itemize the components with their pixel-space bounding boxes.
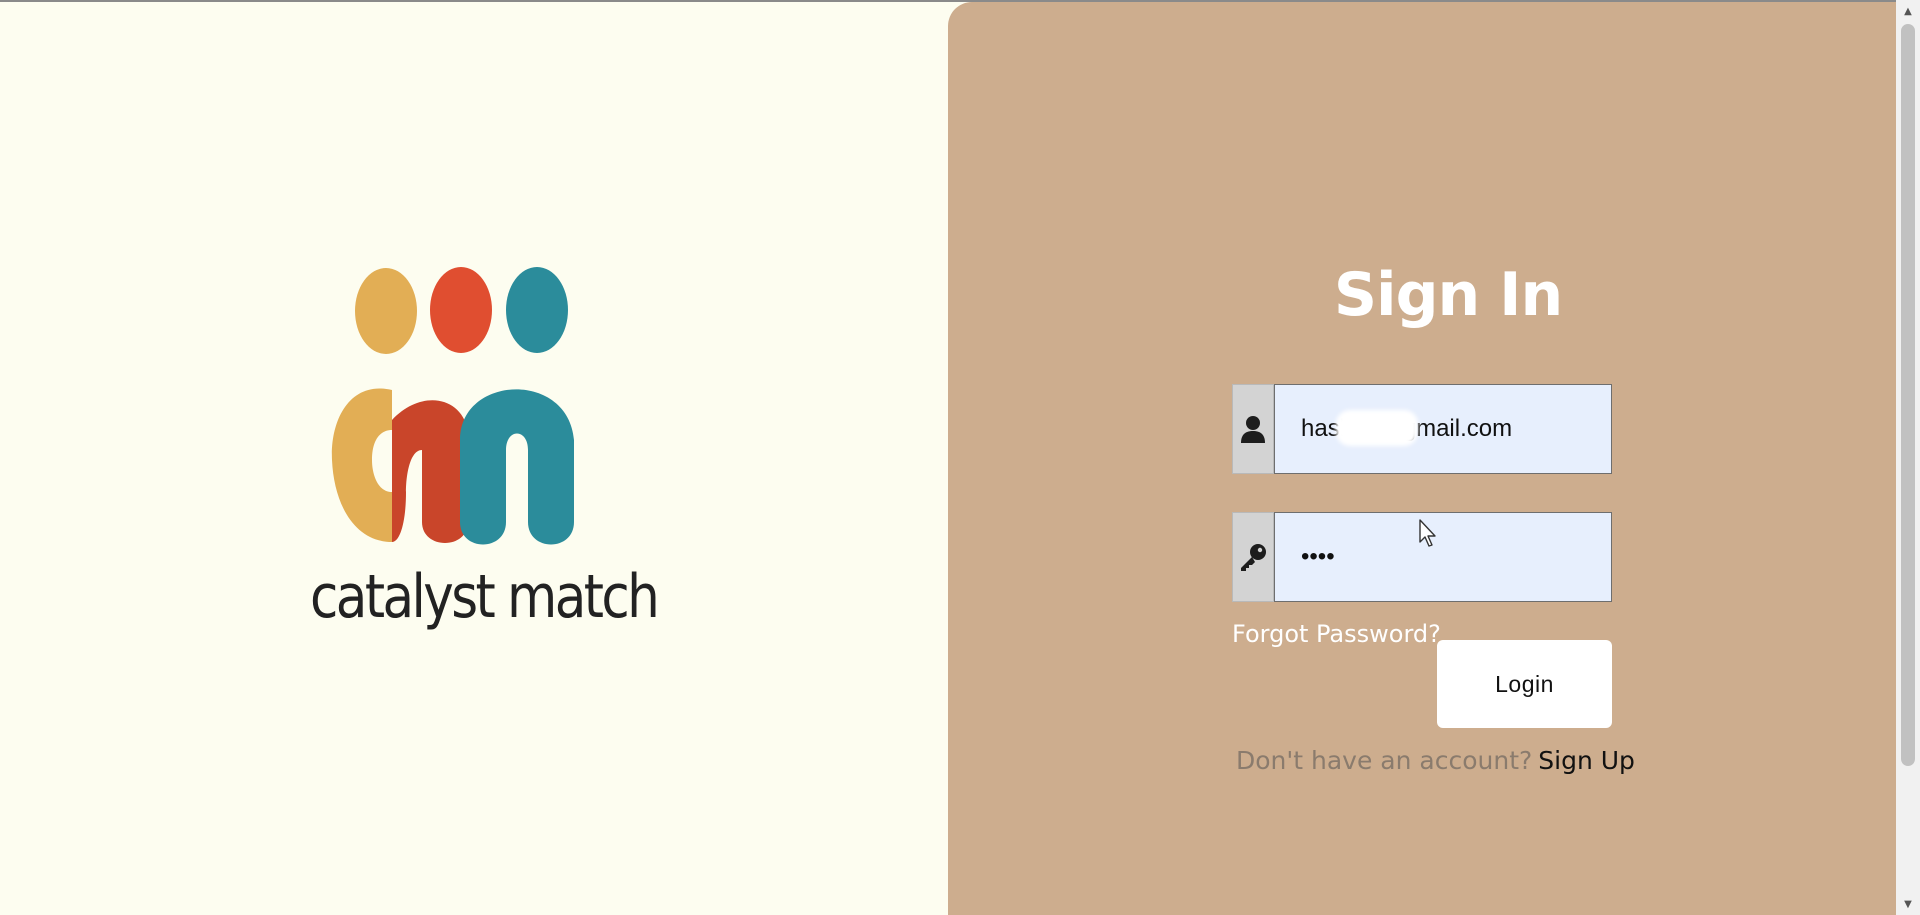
scroll-down-arrow-icon[interactable]: ▼	[1896, 893, 1920, 915]
scroll-up-arrow-icon[interactable]: ▲	[1896, 0, 1920, 22]
password-input[interactable]	[1274, 512, 1612, 602]
redaction-mask	[1336, 410, 1418, 446]
key-icon	[1232, 512, 1274, 602]
signup-prompt-row: Don't have an account? Sign Up	[1236, 746, 1635, 775]
login-button[interactable]: Login	[1437, 640, 1612, 728]
scroll-thumb[interactable]	[1901, 24, 1915, 766]
vertical-scrollbar[interactable]: ▲ ▼	[1896, 0, 1920, 915]
sign-in-panel: Sign In Forgot Password? Login Don't hav…	[948, 2, 1896, 915]
signup-prompt-text: Don't have an account?	[1236, 746, 1533, 775]
page-title: Sign In	[1333, 260, 1563, 330]
sign-up-link[interactable]: Sign Up	[1538, 746, 1635, 775]
email-field-group	[1232, 384, 1612, 474]
forgot-password-link[interactable]: Forgot Password?	[1232, 620, 1441, 648]
mouse-pointer-icon	[1418, 518, 1440, 552]
logo-wordmark: catalyst match	[310, 562, 660, 632]
catalyst-match-logo: catalyst match	[310, 260, 660, 660]
email-input[interactable]	[1274, 384, 1612, 474]
user-icon	[1232, 384, 1274, 474]
logo-mark-icon	[331, 267, 574, 545]
brand-panel: catalyst match	[0, 2, 948, 915]
